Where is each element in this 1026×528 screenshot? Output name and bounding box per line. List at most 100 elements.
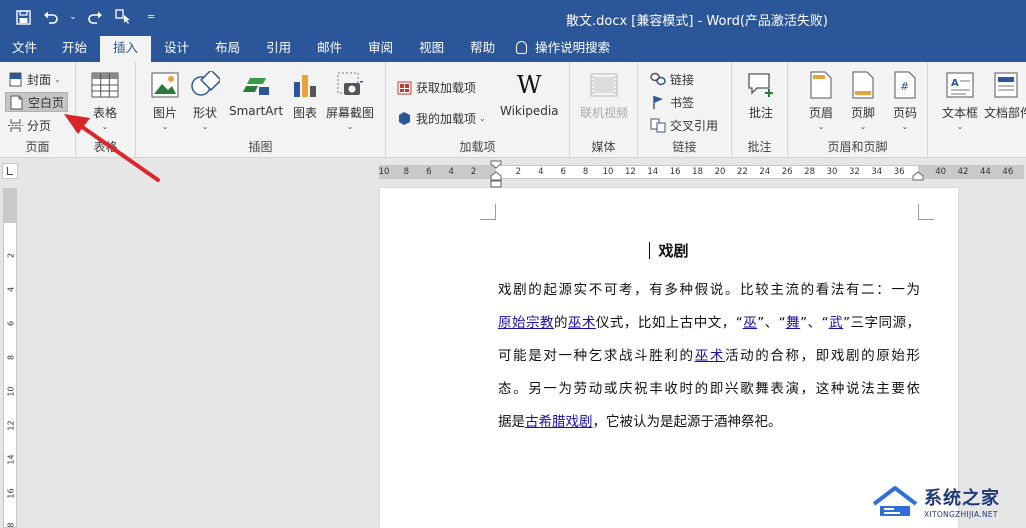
text-run: ”、“	[800, 315, 829, 331]
paragraph-line: 原始宗教的巫术仪式，比如上古中文，“巫”、“舞”、“武”三字同源，	[498, 307, 920, 340]
textbox-button[interactable]: A 文本框 ⌄	[942, 70, 978, 131]
ruler-tick-label: 22	[736, 167, 748, 177]
get-addins-button[interactable]: 获取加载项	[396, 77, 476, 97]
text-run: ”三字同源，	[843, 315, 920, 331]
first-line-indent-marker[interactable]	[490, 160, 502, 169]
tab-mailings[interactable]: 邮件	[304, 36, 355, 62]
hyperlink[interactable]: 巫术	[568, 315, 596, 331]
footer-button[interactable]: 页脚 ⌄	[848, 70, 878, 131]
header-icon	[806, 70, 836, 100]
cover-page-button[interactable]: 封面 ⌄	[7, 69, 61, 89]
link-button[interactable]: 链接	[650, 69, 694, 89]
screenshot-button[interactable]: 屏幕截图 ⌄	[326, 70, 374, 131]
ruler-tick-label: 10	[602, 167, 614, 177]
ruler-tick-label: 40	[935, 167, 947, 177]
smartart-label: SmartArt	[229, 104, 284, 118]
tab-design[interactable]: 设计	[151, 36, 202, 62]
get-addins-label: 获取加载项	[416, 80, 477, 95]
pictures-button[interactable]: 图片 ⌄	[150, 70, 180, 131]
document-body[interactable]: 戏剧的起源实不可考，有多种假说。比较主流的看法有二：一为 原始宗教的巫术仪式，比如…	[498, 274, 920, 439]
hyperlink[interactable]: 巫术	[695, 348, 725, 364]
shapes-icon	[190, 70, 220, 100]
chevron-down-icon: ⌄	[817, 122, 825, 131]
group-media: 联机视频 媒体	[570, 62, 638, 158]
tell-me-label: 操作说明搜索	[535, 40, 611, 55]
ruler-top-margin	[4, 189, 16, 223]
cross-reference-button[interactable]: 交叉引用	[650, 115, 718, 135]
chevron-down-icon: ⌄	[901, 122, 909, 131]
tab-selector[interactable]	[2, 163, 18, 179]
footer-icon	[848, 70, 878, 100]
crop-mark-top-left	[480, 204, 496, 220]
hyperlink[interactable]: 舞	[786, 315, 800, 331]
blank-page-button[interactable]: 空白页	[5, 92, 69, 112]
table-icon	[90, 70, 120, 100]
header-button[interactable]: 页眉 ⌄	[806, 70, 836, 131]
smartart-button[interactable]: SmartArt	[229, 70, 283, 118]
bookmark-button[interactable]: 书签	[650, 92, 694, 112]
chart-button[interactable]: 图表	[290, 70, 320, 121]
hyperlink[interactable]: 古希腊戏剧	[525, 414, 593, 430]
customize-qat-icon[interactable]: ═	[140, 6, 162, 28]
ruler-tick-label: 34	[871, 167, 883, 177]
paragraph-line: 态。另一为劳动或庆祝丰收时的即兴歌舞表演，这种说法主要依	[498, 373, 920, 406]
cover-page-label: 封面	[27, 72, 52, 87]
vertical-ruler[interactable]: 2 4 6 8 10 12 14 16 18	[3, 188, 17, 528]
ruler-tick-label: 46	[1002, 167, 1014, 177]
hanging-indent-marker[interactable]	[490, 171, 502, 188]
text-run: ，它被认为是起源于酒神祭祀。	[592, 414, 782, 430]
hyperlink[interactable]: 原始宗教	[498, 315, 554, 331]
new-comment-button[interactable]: 批注	[746, 70, 776, 121]
link-label: 链接	[670, 72, 695, 87]
quick-parts-button[interactable]: 文档部件	[984, 70, 1026, 121]
ruler-tick-label: 2	[515, 167, 522, 177]
my-addins-button[interactable]: 我的加载项 ⌄	[396, 108, 486, 128]
group-links: 链接 书签 交叉引用 链接	[638, 62, 732, 158]
table-button[interactable]: 表格 ⌄	[90, 70, 120, 131]
text-cursor	[649, 242, 651, 259]
cross-reference-label: 交叉引用	[670, 118, 719, 133]
chevron-down-icon: ⌄	[101, 122, 109, 131]
save-icon[interactable]	[12, 6, 34, 28]
tab-review[interactable]: 审阅	[355, 36, 406, 62]
vertical-ruler-tick-label: 8	[6, 354, 16, 361]
online-video-button[interactable]: 联机视频	[580, 70, 628, 121]
shapes-button[interactable]: 形状 ⌄	[190, 70, 220, 131]
ruler-tick-label: 42	[957, 167, 969, 177]
tab-home[interactable]: 开始	[49, 36, 100, 62]
document-heading[interactable]: 戏剧	[380, 240, 958, 261]
group-pages-label: 页面	[25, 140, 50, 154]
group-illustrations-label: 插图	[248, 140, 273, 154]
chevron-down-icon: ⌄	[161, 122, 169, 131]
tab-file[interactable]: 文件	[0, 36, 49, 62]
undo-dropdown-icon[interactable]: ⌄	[68, 6, 78, 28]
page-break-button[interactable]: 分页	[7, 115, 51, 135]
tell-me-search[interactable]: 操作说明搜索	[508, 36, 623, 62]
my-addins-label: 我的加载项	[416, 111, 477, 126]
hyperlink[interactable]: 巫	[743, 315, 757, 331]
ruler-tick-label: 4	[448, 167, 454, 177]
ruler-tick-label: 6	[560, 167, 566, 177]
text-run: 的	[553, 315, 568, 331]
tab-help[interactable]: 帮助	[457, 36, 508, 62]
tab-view[interactable]: 视图	[406, 36, 457, 62]
group-illustrations: 图片 ⌄ 形状 ⌄ SmartArt 图表 屏幕截图 ⌄ 插图	[136, 62, 386, 158]
undo-icon[interactable]	[40, 6, 62, 28]
chevron-down-icon: ⌄	[54, 74, 61, 84]
page-number-button[interactable]: # 页码 ⌄	[890, 70, 920, 131]
text-run: 戏剧的起源实不可考，有多种假说。比较主流的看法有二：一为	[498, 282, 920, 298]
tab-layout[interactable]: 布局	[202, 36, 253, 62]
horizontal-ruler[interactable]: 10 8 6 4 2 2 4 6 8 10 12 14 16 18 20 22 24 26 28 30 32 34 36 40…	[379, 160, 1024, 188]
wikipedia-button[interactable]: W Wikipedia	[500, 70, 559, 118]
hyperlink[interactable]: 武	[829, 315, 843, 331]
vertical-ruler-tick-label: 4	[6, 286, 16, 293]
right-indent-marker[interactable]	[912, 171, 924, 182]
tab-references[interactable]: 引用	[253, 36, 304, 62]
document-page[interactable]: 戏剧 戏剧的起源实不可考，有多种假说。比较主流的看法有二：一为 原始宗教的巫术仪式…	[380, 188, 958, 528]
picture-icon	[150, 70, 180, 100]
ruler-tick-label: 44	[980, 167, 991, 177]
ruler-tick-label: 26	[781, 167, 793, 177]
touch-mode-icon[interactable]	[112, 6, 134, 28]
tab-insert[interactable]: 插入	[100, 36, 152, 62]
redo-icon[interactable]	[84, 6, 106, 28]
